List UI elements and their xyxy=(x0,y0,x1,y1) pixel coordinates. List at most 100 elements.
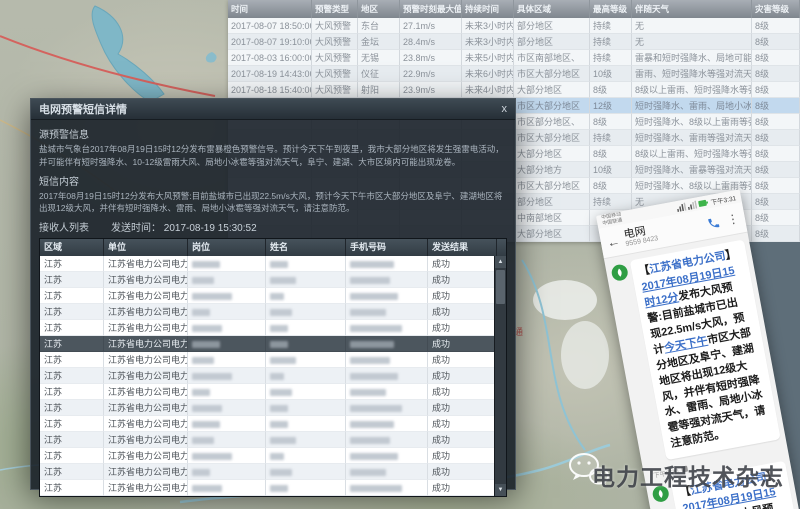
recipient-row[interactable]: 江苏江苏省电力公司电力科成功 xyxy=(40,320,506,336)
warning-column-header: 伴随天气 xyxy=(632,0,752,18)
recipient-row[interactable]: 江苏江苏省电力公司电力科成功 xyxy=(40,272,506,288)
app-screenshot: 通 时间预警类型地区预警时刻最大值持续时间具体区域最高等级伴随天气灾害等级 20… xyxy=(0,0,800,509)
back-icon: ← xyxy=(606,233,622,250)
recipient-row[interactable]: 江苏江苏省电力公司电力科成功 xyxy=(40,448,506,464)
redacted-text xyxy=(350,309,386,316)
warning-cell: 无 xyxy=(632,18,752,34)
redacted-text xyxy=(192,485,222,492)
redacted-text xyxy=(192,373,232,380)
scrollbar[interactable]: ▲ ▼ xyxy=(494,256,506,496)
warning-cell: 未来5小时内 xyxy=(462,50,514,66)
recipient-cell: 成功 xyxy=(428,480,497,496)
warning-cell: 8级 xyxy=(752,50,800,66)
redacted-text xyxy=(270,261,288,268)
recipient-row[interactable]: 江苏江苏省电力公司电力科成功 xyxy=(40,288,506,304)
recipient-row[interactable]: 江苏江苏省电力公司电力科成功 xyxy=(40,256,506,272)
recipient-row[interactable]: 江苏江苏省电力公司电力科成功 xyxy=(40,432,506,448)
redacted-text xyxy=(350,373,398,380)
warning-column-header: 具体区域 xyxy=(514,0,590,18)
recipient-row[interactable]: 江苏江苏省电力公司电力科 成功 xyxy=(40,416,506,432)
recipient-cell xyxy=(346,336,428,352)
recipient-row[interactable]: 江苏江苏省电力公司电力科成功 xyxy=(40,480,506,496)
warning-table-row[interactable]: 2017-08-03 16:00:00大风预警无锡23.8m/s未来5小时内市区… xyxy=(228,50,800,66)
redacted-text xyxy=(192,453,232,460)
redacted-text xyxy=(350,485,402,492)
warning-cell: 市区大部分地区 xyxy=(514,178,590,194)
warning-cell: 大部分地区 xyxy=(514,226,590,242)
recipient-cell: 成功 xyxy=(428,352,497,368)
redacted-text xyxy=(192,469,210,476)
recipient-cell: 江苏省电力公司电力科 xyxy=(104,256,188,272)
recipient-row[interactable]: 江苏江苏省电力公司电力科成功 xyxy=(40,304,506,320)
warning-cell: 大风预警 xyxy=(312,34,358,50)
signal-icon xyxy=(676,202,686,212)
recipient-row[interactable]: 江苏江苏省电力公司电力科成功 xyxy=(40,352,506,368)
warning-table-row[interactable]: 2017-08-19 14:43:00大风预警仪征22.9m/s未来6小时内市区… xyxy=(228,66,800,82)
warning-cell: 东台 xyxy=(358,18,400,34)
recipients-table-header: 区域单位岗位姓名手机号码发送结果 xyxy=(40,239,506,256)
warning-cell: 8级 xyxy=(590,114,632,130)
warning-cell: 大风预警 xyxy=(312,50,358,66)
recipient-row[interactable]: 江苏江苏省电力公司电力科成功 xyxy=(40,336,506,352)
warning-table-row[interactable]: 2017-08-07 19:10:00大风预警金坛28.4m/s未来3小时内部分… xyxy=(228,34,800,50)
recipient-cell xyxy=(188,384,266,400)
recipient-cell xyxy=(346,304,428,320)
sms-text: 】 xyxy=(724,248,737,262)
recipient-cell: 江苏 xyxy=(40,320,104,336)
recipient-cell xyxy=(188,368,266,384)
redacted-text xyxy=(270,277,296,284)
warning-cell: 8级 xyxy=(752,178,800,194)
redacted-text xyxy=(192,277,214,284)
warning-cell: 持续 xyxy=(590,130,632,146)
recipient-cell: 江苏 xyxy=(40,432,104,448)
warning-table-row[interactable]: 2017-08-07 18:50:00大风预警东台27.1m/s未来3小时内部分… xyxy=(228,18,800,34)
scrollbar-thumb[interactable] xyxy=(496,270,505,304)
menu-dots-icon: ⋮ xyxy=(726,211,740,227)
recipient-cell: 江苏省电力公司电力科 xyxy=(104,416,188,432)
recipients-table-body: 江苏江苏省电力公司电力科成功江苏江苏省电力公司电力科成功江苏江苏省电力公司电力科… xyxy=(40,256,506,496)
warning-cell: 大部分地方 xyxy=(514,162,590,178)
recipient-cell xyxy=(346,256,428,272)
recipient-cell: 江苏省电力公司电力科 xyxy=(104,336,188,352)
recipient-cell: 成功 xyxy=(428,416,497,432)
scroll-down-icon[interactable]: ▼ xyxy=(495,484,506,496)
recipient-row[interactable]: 江苏江苏省电力公司电力科成功 xyxy=(40,368,506,384)
warning-cell: 部分地区 xyxy=(514,34,590,50)
recipient-cell: 江苏 xyxy=(40,416,104,432)
warning-cell: 持续 xyxy=(590,34,632,50)
warning-column-header: 地区 xyxy=(358,0,400,18)
recipient-cell xyxy=(346,368,428,384)
redacted-text xyxy=(192,389,210,396)
warning-cell: 射阳 xyxy=(358,82,400,98)
recipient-cell xyxy=(346,400,428,416)
recipient-cell xyxy=(188,336,266,352)
recipient-cell: 成功 xyxy=(428,400,497,416)
redacted-text xyxy=(270,357,296,364)
close-icon[interactable]: x xyxy=(502,104,508,115)
recipient-cell xyxy=(266,464,346,480)
recipient-cell: 成功 xyxy=(428,304,497,320)
recipient-row[interactable]: 江苏江苏省电力公司电力科成功 xyxy=(40,384,506,400)
signal-icon-2 xyxy=(687,200,697,210)
warning-cell: 无 xyxy=(632,34,752,50)
warning-cell: 10级 xyxy=(590,162,632,178)
recipient-row[interactable]: 江苏江苏省电力公司电力科成功 xyxy=(40,400,506,416)
recipient-cell xyxy=(188,400,266,416)
recipient-row[interactable]: 江苏江苏省电力公司电力科成功 xyxy=(40,464,506,480)
sms-content-text: 2017年08月19日15时12分发布大风预警:目前盐城市已出现22.5m/s大… xyxy=(39,190,507,216)
recipient-cell: 江苏省电力公司电力科 xyxy=(104,320,188,336)
redacted-text xyxy=(350,453,398,460)
scroll-up-icon[interactable]: ▲ xyxy=(495,256,506,268)
recipient-cell xyxy=(266,368,346,384)
warning-cell: 部分地区 xyxy=(514,194,590,210)
recipient-column-header: 发送结果 xyxy=(428,239,497,256)
warning-column-header: 持续时间 xyxy=(462,0,514,18)
battery-charging-icon xyxy=(698,198,709,208)
recipient-cell xyxy=(188,480,266,496)
warning-cell: 22.9m/s xyxy=(400,66,462,82)
warning-cell: 8级 xyxy=(752,210,800,226)
warning-cell: 2017-08-03 16:00:00 xyxy=(228,50,312,66)
redacted-text xyxy=(270,405,288,412)
warning-table-row[interactable]: 2017-08-18 15:40:00大风预警射阳23.9m/s未来4小时内大部… xyxy=(228,82,800,98)
map-patch xyxy=(561,321,609,389)
